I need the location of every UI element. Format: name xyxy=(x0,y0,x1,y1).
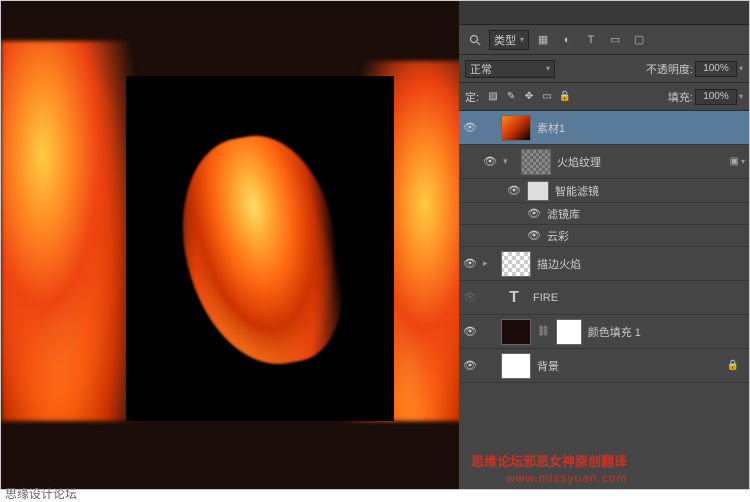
filter-type-icon[interactable]: T xyxy=(581,30,601,50)
type-layer-icon: T xyxy=(501,285,527,311)
layer-name[interactable]: 智能滤镜 xyxy=(555,183,745,199)
fire-effect-center xyxy=(167,125,355,378)
layer-name[interactable]: 火焰纹理 xyxy=(557,154,724,170)
chevron-down-icon[interactable]: ▾ xyxy=(739,64,743,73)
layers-panel: 类型 ▾ ▦ ◐ T ▭ ▢ 正常 ▾ 不透明度: 100% ▾ 定: ▨ ✎ … xyxy=(459,1,749,489)
layer-name[interactable]: 描边火焰 xyxy=(537,256,745,272)
fill-label: 填充: xyxy=(668,89,693,105)
visibility-toggle[interactable]: 👁 xyxy=(463,291,477,305)
filter-adjustment-icon[interactable]: ◐ xyxy=(557,30,577,50)
layer-row[interactable]: 👁 ⛓ 颜色填充 1 xyxy=(459,315,749,349)
footer-text: 思缘设计论坛 xyxy=(5,485,77,502)
lock-icon: 🔒 xyxy=(727,360,739,371)
blend-mode-dropdown[interactable]: 正常 ▾ xyxy=(465,60,555,78)
layer-name[interactable]: 云彩 xyxy=(547,228,745,244)
lock-transparent-icon[interactable]: ▨ xyxy=(485,89,501,105)
visibility-toggle[interactable]: 👁 xyxy=(483,155,497,169)
watermark-text: 思缘论坛邪恶女神原创翻译 xyxy=(471,451,627,470)
layer-thumbnail[interactable] xyxy=(521,149,551,175)
filter-kind-label: 类型 xyxy=(494,32,516,48)
mask-link-icon[interactable]: ⛓ xyxy=(537,326,550,337)
smart-filter-badge[interactable]: ▣ ▾ xyxy=(730,156,745,167)
expand-toggle[interactable]: ▾ xyxy=(503,156,515,167)
fill-control: 填充: 100% ▾ xyxy=(668,89,743,105)
filter-smart-icon[interactable]: ▢ xyxy=(629,30,649,50)
lock-artboard-icon[interactable]: ▭ xyxy=(539,89,555,105)
opacity-control: 不透明度: 100% ▾ xyxy=(646,61,743,77)
lock-position-icon[interactable]: ✥ xyxy=(521,89,537,105)
layer-row[interactable]: 👁 云彩 xyxy=(459,225,749,247)
chevron-down-icon: ▾ xyxy=(546,64,550,73)
blend-mode-value: 正常 xyxy=(470,61,492,77)
visibility-toggle[interactable]: 👁 xyxy=(463,257,477,271)
layer-row[interactable]: 👁 素材1 xyxy=(459,111,749,145)
panel-tabs xyxy=(459,1,749,25)
inner-canvas xyxy=(126,76,394,421)
layer-name[interactable]: 素材1 xyxy=(537,120,745,136)
opacity-label: 不透明度: xyxy=(646,61,693,77)
mask-thumbnail[interactable] xyxy=(556,319,582,345)
blend-row: 正常 ▾ 不透明度: 100% ▾ xyxy=(459,55,749,83)
layers-list: 👁 素材1 👁 ▾ 火焰纹理 ▣ ▾ 👁 智能滤镜 👁 滤镜库 👁 云彩 👁 xyxy=(459,111,749,383)
opacity-input[interactable]: 100% xyxy=(695,61,737,77)
lock-brush-icon[interactable]: ✎ xyxy=(503,89,519,105)
layer-name[interactable]: FIRE xyxy=(533,292,745,304)
layer-row[interactable]: 👁 背景 🔒 xyxy=(459,349,749,383)
lock-row: 定: ▨ ✎ ✥ ▭ 🔒 填充: 100% ▾ xyxy=(459,83,749,111)
lock-icons: ▨ ✎ ✥ ▭ 🔒 xyxy=(485,89,573,105)
layer-row[interactable]: 👁 T FIRE xyxy=(459,281,749,315)
search-icon[interactable] xyxy=(465,30,485,50)
visibility-toggle[interactable]: 👁 xyxy=(507,184,521,198)
layer-row[interactable]: 👁 滤镜库 xyxy=(459,203,749,225)
chevron-down-icon: ▾ xyxy=(520,35,524,44)
visibility-toggle[interactable]: 👁 xyxy=(463,359,477,373)
layer-name[interactable]: 颜色填充 1 xyxy=(588,324,745,340)
filter-pixel-icon[interactable]: ▦ xyxy=(533,30,553,50)
fill-input[interactable]: 100% xyxy=(695,89,737,105)
layer-row[interactable]: 👁 ▾ 火焰纹理 ▣ ▾ xyxy=(459,145,749,179)
lock-all-icon[interactable]: 🔒 xyxy=(557,89,573,105)
layer-thumbnail[interactable] xyxy=(501,319,531,345)
fire-effect-left xyxy=(1,41,141,421)
layer-name[interactable]: 滤镜库 xyxy=(547,206,745,222)
visibility-toggle[interactable]: 👁 xyxy=(527,207,541,221)
filter-shape-icon[interactable]: ▭ xyxy=(605,30,625,50)
smart-filter-thumbnail[interactable] xyxy=(527,181,549,201)
watermark-url: www.missyuan.com xyxy=(506,471,627,485)
layer-filter-toolbar: 类型 ▾ ▦ ◐ T ▭ ▢ xyxy=(459,25,749,55)
layer-thumbnail[interactable] xyxy=(501,115,531,141)
chevron-down-icon[interactable]: ▾ xyxy=(739,92,743,101)
canvas-area[interactable] xyxy=(1,1,461,489)
layer-row[interactable]: 👁 ▸ 描边火焰 xyxy=(459,247,749,281)
visibility-toggle[interactable]: 👁 xyxy=(463,325,477,339)
layer-row[interactable]: 👁 智能滤镜 xyxy=(459,179,749,203)
layer-name[interactable]: 背景 xyxy=(537,358,721,374)
expand-toggle[interactable]: ▸ xyxy=(483,258,495,269)
layer-thumbnail[interactable] xyxy=(501,251,531,277)
visibility-toggle[interactable]: 👁 xyxy=(527,229,541,243)
filter-kind-dropdown[interactable]: 类型 ▾ xyxy=(489,30,529,50)
lock-label: 定: xyxy=(465,89,479,105)
visibility-toggle[interactable]: 👁 xyxy=(463,121,477,135)
layer-thumbnail[interactable] xyxy=(501,353,531,379)
